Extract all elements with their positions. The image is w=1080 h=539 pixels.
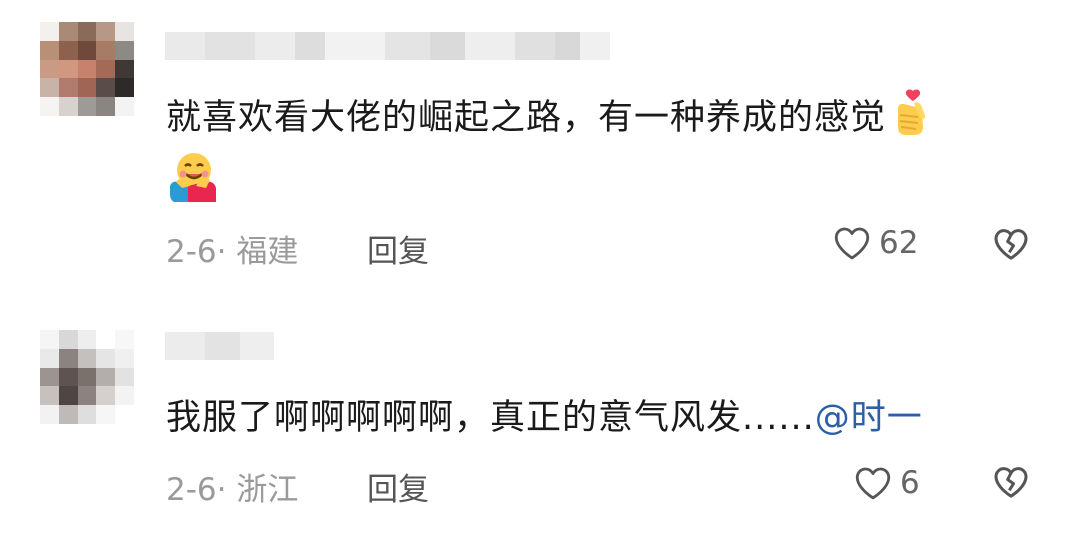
dislike-button[interactable]	[991, 224, 1031, 264]
hugging-face-emoji	[166, 152, 220, 202]
broken-heart-icon	[994, 467, 1028, 498]
reply-button[interactable]: 回复	[367, 226, 429, 271]
comment-date-location: 2-6· 浙江	[166, 472, 299, 508]
like-button[interactable]: 6	[852, 462, 920, 504]
comment-date-location: 2-6· 福建	[166, 234, 299, 270]
like-count: 6	[900, 465, 920, 501]
like-count: 62	[879, 225, 919, 261]
username-blurred[interactable]	[165, 32, 610, 60]
username-blurred[interactable]	[165, 332, 274, 360]
heart-hands-emoji	[892, 89, 934, 137]
broken-heart-icon	[994, 229, 1028, 260]
avatar[interactable]	[40, 330, 134, 424]
heart-outline-icon	[855, 467, 891, 500]
heart-outline-icon	[834, 227, 870, 260]
comment-text: 就喜欢看大佬的崛起之路，有一种养成的感觉	[166, 84, 934, 152]
dislike-button[interactable]	[991, 462, 1031, 502]
mention-link[interactable]: @时一	[815, 398, 923, 438]
like-button[interactable]: 62	[831, 222, 918, 264]
comment-body: 我服了啊啊啊啊啊，真正的意气风发......	[166, 398, 815, 438]
comment-body: 就喜欢看大佬的崛起之路，有一种养成的感觉	[166, 98, 887, 138]
comment-item: 就喜欢看大佬的崛起之路，有一种养成的感觉 2-6· 福建 回复 62	[0, 0, 1080, 290]
avatar[interactable]	[40, 22, 134, 116]
comment-item: 我服了啊啊啊啊啊，真正的意气风发......@时一 2-6· 浙江 回复 6	[0, 290, 1080, 539]
comment-text: 我服了啊啊啊啊啊，真正的意气风发......@时一	[166, 384, 923, 452]
reply-button[interactable]: 回复	[367, 464, 429, 509]
